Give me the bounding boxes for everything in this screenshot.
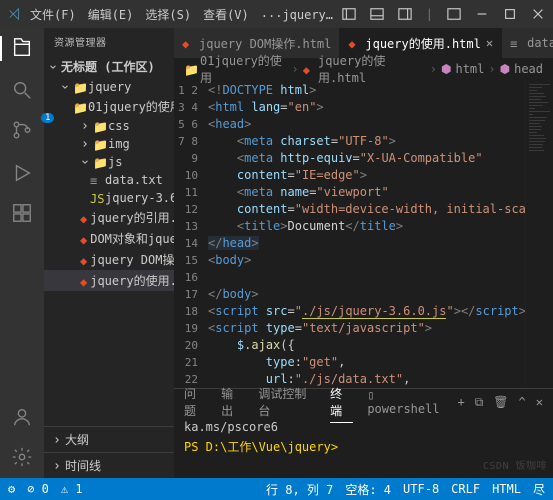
- window-title: jquery的使用.html - 无标题 (工作...: [282, 6, 341, 23]
- tree-item[interactable]: ◆jquery的使用.html: [44, 270, 174, 291]
- menu-view[interactable]: 查看(V): [203, 6, 249, 23]
- menu-file[interactable]: 文件(F): [30, 6, 76, 23]
- menu-edit[interactable]: 编辑(E): [88, 6, 134, 23]
- line-numbers: 1 2 3 4 5 6 7 8 9 10 11 12 13 14 15 16 1…: [174, 80, 208, 388]
- terminal-tabs: 问题 输出 调试控制台 终端 ▯ powershell + ⧉ 🗑 ^ ✕: [174, 389, 553, 415]
- close-icon[interactable]: [531, 7, 545, 21]
- new-terminal-icon[interactable]: +: [457, 395, 464, 409]
- scm-badge: 1: [41, 113, 54, 123]
- close-tab-icon[interactable]: ✕: [486, 36, 493, 50]
- minimap[interactable]: [525, 80, 553, 388]
- tree-item[interactable]: 📁jquery: [44, 78, 174, 96]
- trash-icon[interactable]: 🗑: [493, 395, 508, 409]
- tree-item[interactable]: ◆jquery的引用.html: [44, 207, 174, 228]
- maximize-icon[interactable]: [503, 7, 517, 21]
- breadcrumb[interactable]: 📁01jquery的使用› ◆jquery的使用.html› ⬢html› ⬢h…: [174, 58, 553, 80]
- watermark: CSDN 饭咖啡: [483, 457, 547, 472]
- layout-icon[interactable]: [447, 7, 461, 21]
- tree-item[interactable]: 📁01jquery的使用: [44, 96, 174, 117]
- panel-bottom-icon[interactable]: [370, 7, 384, 21]
- tree-item[interactable]: ◆jquery DOM操作.h...: [44, 249, 174, 270]
- editor-area: ◆jquery DOM操作.html◆jquery的使用.html✕≡data.…: [174, 28, 553, 478]
- folder-icon: 📁: [184, 63, 196, 75]
- minimize-icon[interactable]: [475, 7, 489, 21]
- panel-left-icon[interactable]: [342, 7, 356, 21]
- status-errors[interactable]: ⊘ 0: [27, 482, 49, 496]
- window-controls: |: [342, 7, 545, 21]
- explorer-icon[interactable]: [11, 36, 33, 58]
- split-terminal-icon[interactable]: ⧉: [475, 395, 484, 410]
- status-cursor[interactable]: 行 8, 列 7: [266, 481, 333, 498]
- menu-select[interactable]: 选择(S): [145, 6, 191, 23]
- status-lang[interactable]: HTML: [492, 482, 521, 496]
- title-bar: 文件(F) 编辑(E) 选择(S) 查看(V) ... jquery的使用.ht…: [0, 0, 553, 28]
- code-content[interactable]: <!DOCTYPE html> <html lang="en"> <head> …: [208, 80, 525, 388]
- panel-right-icon[interactable]: [398, 7, 412, 21]
- sidebar-outline[interactable]: 大纲: [44, 426, 174, 452]
- tree-item[interactable]: ◆DOM对象和jquery...: [44, 228, 174, 249]
- terminal-shell[interactable]: ▯ powershell: [367, 388, 447, 416]
- sidebar-workspace[interactable]: 无标题 (工作区): [44, 55, 174, 78]
- chevron-down-icon: [48, 62, 58, 72]
- html-icon: ◆: [303, 63, 314, 75]
- debug-icon[interactable]: [11, 162, 33, 184]
- source-control-icon[interactable]: [11, 119, 33, 141]
- tree-item[interactable]: 📁css: [44, 117, 174, 135]
- sidebar: 资源管理器 无标题 (工作区) 📁jquery📁01jquery的使用📁css📁…: [44, 28, 174, 478]
- editor-tab[interactable]: ≡data.txt: [502, 28, 553, 58]
- tree-item[interactable]: JSjquery-3.6.0.js: [44, 189, 174, 207]
- status-spaces[interactable]: 空格: 4: [345, 481, 391, 498]
- menu-bar: 文件(F) 编辑(E) 选择(S) 查看(V) ...: [30, 6, 282, 23]
- status-eol[interactable]: CRLF: [451, 482, 480, 496]
- maximize-panel-icon[interactable]: ^: [519, 395, 526, 409]
- tree-item[interactable]: 📁js: [44, 153, 174, 171]
- activity-bar: 1: [0, 28, 44, 478]
- tree-item[interactable]: 📁img: [44, 135, 174, 153]
- sidebar-title: 资源管理器: [44, 28, 174, 55]
- settings-icon[interactable]: [11, 446, 33, 468]
- status-bar: ⚙ ⊘ 0 ⚠ 1 行 8, 列 7 空格: 4 UTF-8 CRLF HTML…: [0, 478, 553, 500]
- status-notifications[interactable]: 尽: [533, 481, 545, 498]
- status-warnings[interactable]: ⚠ 1: [61, 482, 83, 496]
- code-editor[interactable]: 1 2 3 4 5 6 7 8 9 10 11 12 13 14 15 16 1…: [174, 80, 553, 388]
- search-icon[interactable]: [11, 79, 33, 101]
- account-icon[interactable]: [11, 406, 33, 428]
- status-encoding[interactable]: UTF-8: [403, 482, 439, 496]
- sidebar-timeline[interactable]: 时间线: [44, 452, 174, 478]
- tree-item[interactable]: ≡data.txt: [44, 171, 174, 189]
- extensions-icon[interactable]: [11, 202, 33, 224]
- vscode-icon: [8, 7, 22, 21]
- close-panel-icon[interactable]: ✕: [536, 395, 543, 409]
- chevron-right-icon: [52, 461, 62, 471]
- menu-more[interactable]: ...: [261, 6, 283, 23]
- remote-icon[interactable]: ⚙: [8, 482, 15, 496]
- file-tree: 📁jquery📁01jquery的使用📁css📁img📁js≡data.txtJ…: [44, 78, 174, 426]
- chevron-right-icon: [52, 435, 62, 445]
